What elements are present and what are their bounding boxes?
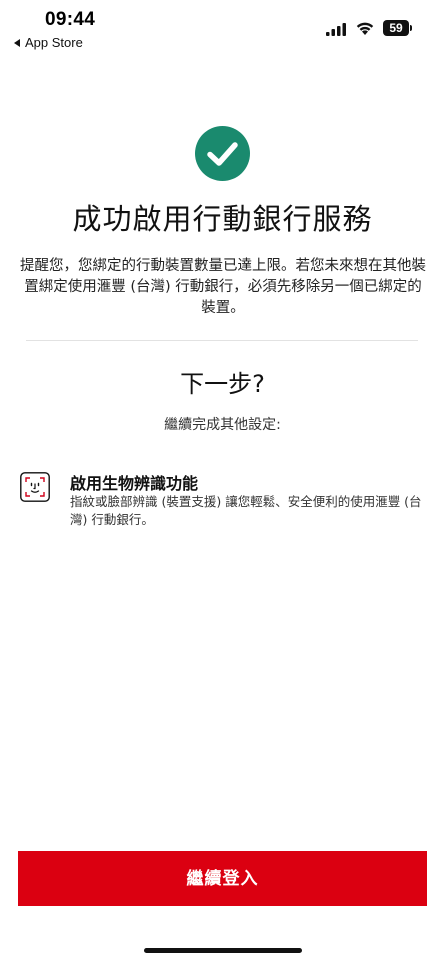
enable-biometrics-option[interactable]: 啟用生物辨識功能 指紋或臉部辨識 (裝置支援) 讓您輕鬆、安全便利的使用滙豐 (… (18, 466, 428, 530)
battery-level: 59 (383, 20, 409, 36)
device-limit-reminder: 提醒您，您綁定的行動裝置數量已達上限。若您未來想在其他裝置綁定使用滙豐 (台灣)… (20, 258, 426, 316)
cellular-signal-icon (326, 23, 346, 36)
face-id-icon (20, 472, 50, 502)
battery-tip (410, 25, 412, 31)
status-bar: 09:44 App Store 59 (0, 0, 445, 54)
battery-indicator: 59 (383, 20, 413, 36)
next-steps-heading: 下一步? (180, 370, 265, 398)
option-title: 啟用生物辨識功能 (70, 474, 199, 493)
home-indicator[interactable] (144, 948, 302, 953)
section-divider (26, 340, 418, 341)
checkmark-circle-icon (195, 126, 250, 181)
status-time: 09:44 (45, 9, 96, 30)
wifi-icon (356, 22, 374, 35)
next-steps-subtitle: 繼續完成其他設定: (164, 417, 281, 433)
back-to-app-store-link[interactable]: App Store (14, 35, 83, 50)
option-description: 指紋或臉部辨識 (裝置支援) 讓您輕鬆、安全便利的使用滙豐 (台灣) 行動銀行。 (70, 494, 422, 527)
continue-login-button[interactable]: 繼續登入 (18, 851, 427, 906)
back-arrow-icon (14, 38, 20, 47)
back-app-label: App Store (25, 35, 83, 50)
page-title: 成功啟用行動銀行服務 (72, 202, 373, 236)
